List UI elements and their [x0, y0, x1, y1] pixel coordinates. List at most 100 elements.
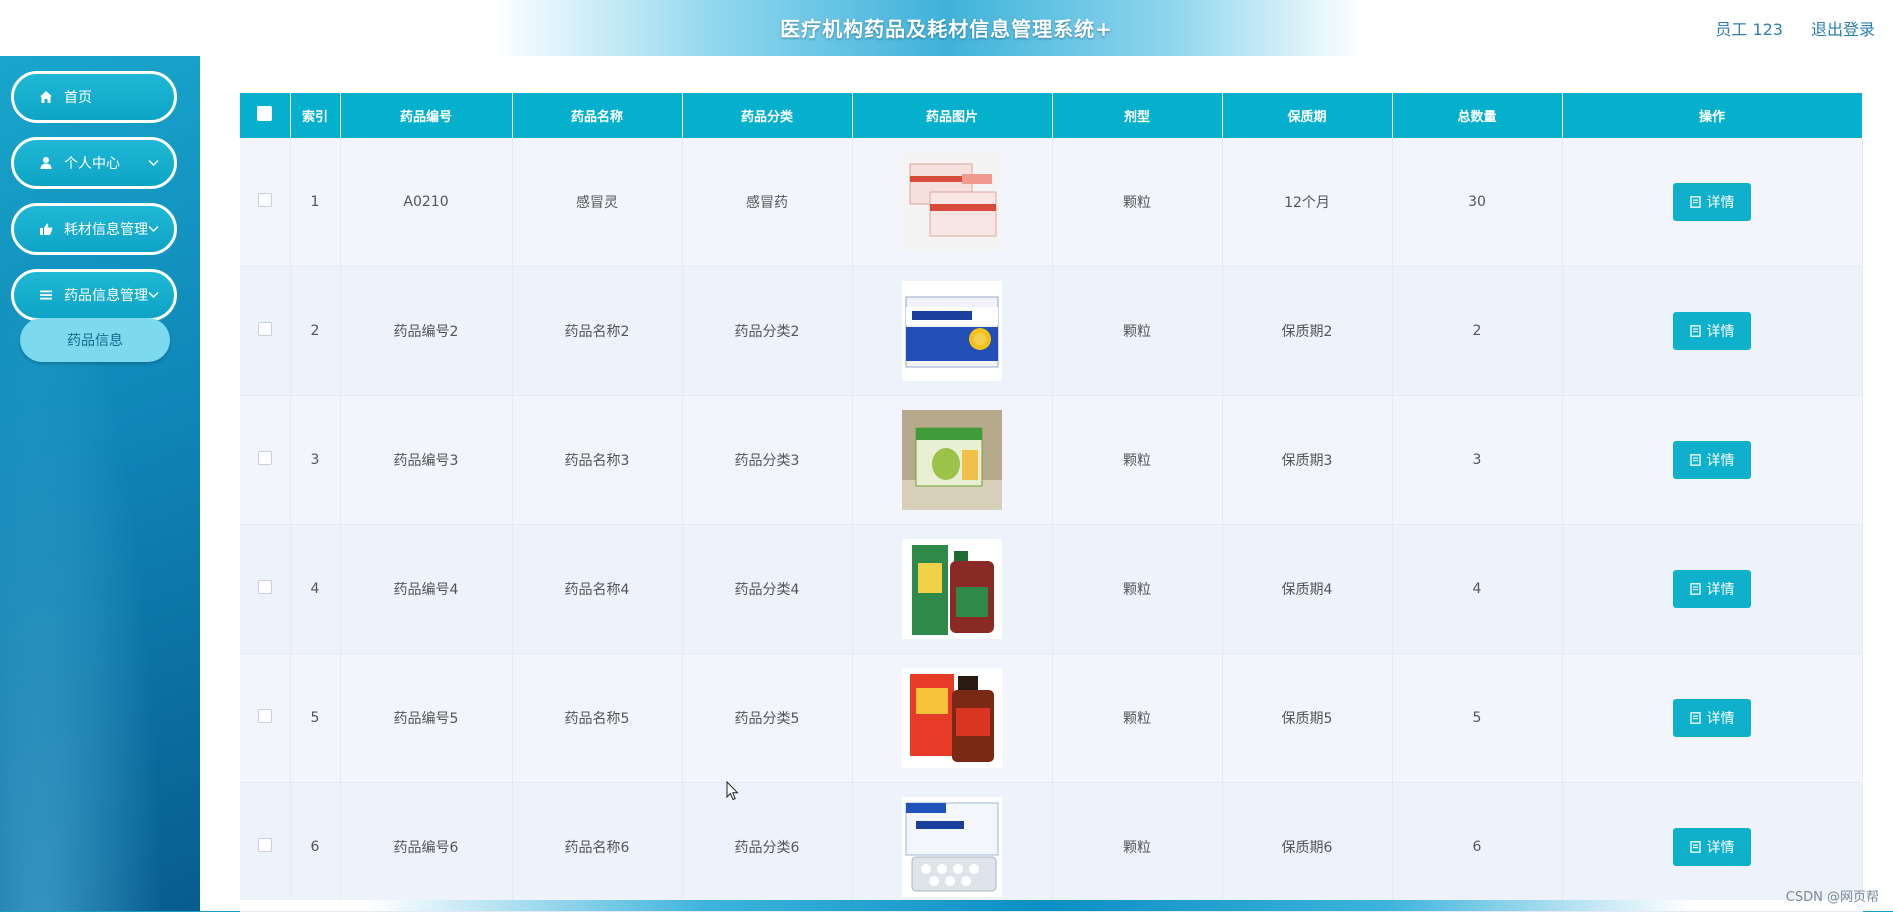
cell-form: 颗粒 — [1052, 266, 1223, 396]
cell-category: 药品分类6 — [682, 782, 853, 912]
cell-image — [852, 524, 1053, 654]
cell-index: 2 — [290, 266, 341, 396]
app-title: 医疗机构药品及耗材信息管理系统+ — [780, 17, 1113, 41]
cell-index: 4 — [290, 524, 341, 654]
cell-quantity: 6 — [1392, 782, 1563, 912]
cell-form: 颗粒 — [1052, 138, 1223, 267]
cell-image — [852, 266, 1053, 396]
row-checkbox[interactable] — [257, 193, 272, 207]
row-checkbox[interactable] — [257, 451, 272, 465]
cell-action: 详情 — [1562, 653, 1863, 783]
column-header: 保质期 — [1222, 93, 1393, 138]
column-header: 药品分类 — [682, 93, 853, 138]
cell-image — [852, 782, 1053, 912]
column-header: 剂型 — [1052, 93, 1223, 138]
cell-form: 颗粒 — [1052, 524, 1223, 654]
cell-shelf-life: 保质期3 — [1222, 395, 1393, 525]
document-icon — [1689, 196, 1701, 208]
cell-quantity: 4 — [1392, 524, 1563, 654]
detail-button[interactable]: 详情 — [1673, 828, 1751, 866]
cell-category: 药品分类2 — [682, 266, 853, 396]
detail-button[interactable]: 详情 — [1673, 699, 1751, 737]
sidebar-item-drug-management[interactable]: 药品信息管理 — [11, 269, 177, 321]
sidebar-item-consumables[interactable]: 耗材信息管理 — [11, 203, 177, 255]
cell-quantity: 5 — [1392, 653, 1563, 783]
list-icon — [38, 287, 54, 303]
watermark: CSDN @网页帮 — [1785, 890, 1879, 905]
table-row: 5 药品编号5 药品名称5 药品分类5 颗粒 保质期5 5 详情 — [240, 653, 1863, 783]
cell-code: A0210 — [340, 138, 513, 267]
cell-image — [852, 395, 1053, 525]
detail-button[interactable]: 详情 — [1673, 441, 1751, 479]
detail-button[interactable]: 详情 — [1673, 570, 1751, 608]
cell-quantity: 2 — [1392, 266, 1563, 396]
top-header: 医疗机构药品及耗材信息管理系统+ 员工 123 退出登录 — [0, 0, 1893, 57]
sidebar-item-home[interactable]: 首页 — [11, 71, 177, 123]
cell-index: 5 — [290, 653, 341, 783]
column-header: 总数量 — [1392, 93, 1563, 138]
table-header-row: 索引 药品编号 药品名称 药品分类 药品图片 剂型 保质期 总数量 操作 — [240, 93, 1863, 138]
cell-form: 颗粒 — [1052, 782, 1223, 912]
detail-button-label: 详情 — [1706, 711, 1735, 727]
sidebar-item-label: 首页 — [64, 90, 92, 106]
chevron-down-icon — [148, 288, 160, 302]
drug-table: 索引 药品编号 药品名称 药品分类 药品图片 剂型 保质期 总数量 操作 1 A… — [240, 93, 1863, 912]
detail-button[interactable]: 详情 — [1673, 312, 1751, 350]
document-icon — [1689, 454, 1701, 466]
cell-code: 药品编号3 — [340, 395, 513, 525]
cell-form: 颗粒 — [1052, 653, 1223, 783]
sidebar-item-label: 个人中心 — [64, 156, 120, 172]
drug-image — [902, 281, 1002, 381]
cell-form: 颗粒 — [1052, 395, 1223, 525]
cell-name: 药品名称2 — [512, 266, 683, 396]
drug-image — [902, 797, 1002, 897]
column-header: 索引 — [290, 93, 341, 138]
sidebar-item-label: 耗材信息管理 — [64, 222, 148, 238]
cell-shelf-life: 保质期5 — [1222, 653, 1393, 783]
submenu-item-drug-info[interactable]: 药品信息 — [20, 318, 170, 362]
table-row: 1 A0210 感冒灵 感冒药 颗粒 12个月 30 详情 — [240, 138, 1863, 267]
column-header: 药品图片 — [852, 93, 1053, 138]
cell-shelf-life: 保质期2 — [1222, 266, 1393, 396]
cell-image — [852, 138, 1053, 267]
cell-quantity: 3 — [1392, 395, 1563, 525]
cell-name: 感冒灵 — [512, 138, 683, 267]
document-icon — [1689, 583, 1701, 595]
table-row: 6 药品编号6 药品名称6 药品分类6 颗粒 保质期6 6 详情 — [240, 782, 1863, 912]
row-checkbox[interactable] — [257, 838, 272, 852]
cell-action: 详情 — [1562, 395, 1863, 525]
cell-shelf-life: 12个月 — [1222, 138, 1393, 267]
sidebar: 首页 个人中心 耗材信息管理 药品信息管理 药品信息 — [0, 56, 200, 911]
select-all-checkbox[interactable] — [257, 106, 273, 121]
cell-image — [852, 653, 1053, 783]
document-icon — [1689, 712, 1701, 724]
detail-button-label: 详情 — [1706, 324, 1735, 340]
cell-code: 药品编号5 — [340, 653, 513, 783]
logout-link[interactable]: 退出登录 — [1811, 16, 1875, 40]
bottom-decoration — [200, 900, 1893, 911]
drug-image — [902, 410, 1002, 510]
row-checkbox[interactable] — [257, 580, 272, 594]
detail-button[interactable]: 详情 — [1673, 183, 1751, 221]
cell-code: 药品编号4 — [340, 524, 513, 654]
table-row: 4 药品编号4 药品名称4 药品分类4 颗粒 保质期4 4 详情 — [240, 524, 1863, 654]
cell-shelf-life: 保质期6 — [1222, 782, 1393, 912]
column-header: 药品编号 — [340, 93, 513, 138]
cell-action: 详情 — [1562, 524, 1863, 654]
cell-name: 药品名称4 — [512, 524, 683, 654]
chevron-down-icon — [148, 222, 160, 236]
drug-image — [902, 668, 1002, 768]
select-all-cell[interactable] — [240, 93, 291, 138]
document-icon — [1689, 841, 1701, 853]
drug-image — [902, 539, 1002, 639]
detail-button-label: 详情 — [1706, 453, 1735, 469]
row-checkbox[interactable] — [257, 709, 272, 723]
detail-button-label: 详情 — [1706, 195, 1735, 211]
cell-category: 药品分类5 — [682, 653, 853, 783]
cell-shelf-life: 保质期4 — [1222, 524, 1393, 654]
row-checkbox[interactable] — [257, 322, 272, 336]
cell-index: 1 — [290, 138, 341, 267]
column-header: 药品名称 — [512, 93, 683, 138]
sidebar-item-personal-center[interactable]: 个人中心 — [11, 137, 177, 189]
cell-name: 药品名称3 — [512, 395, 683, 525]
